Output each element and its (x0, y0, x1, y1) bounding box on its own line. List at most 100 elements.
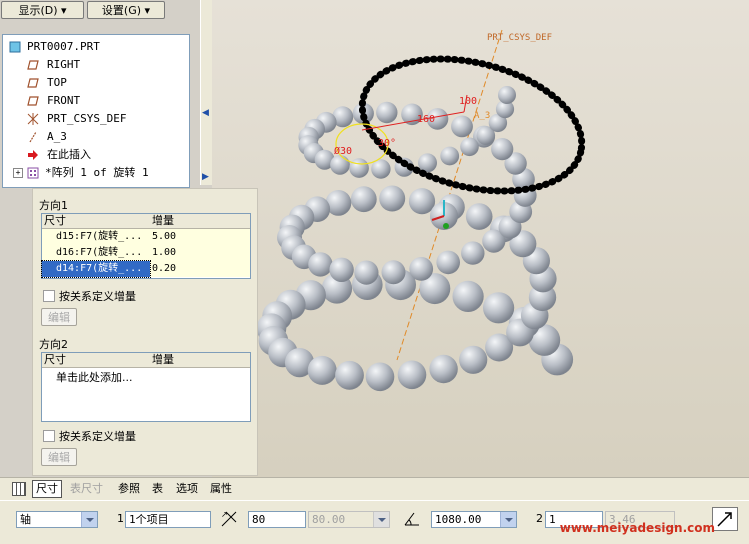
tree-item-label: 在此插入 (47, 148, 91, 161)
dir1-relation-checkbox[interactable] (43, 290, 55, 302)
angle-icon (404, 512, 419, 526)
tree-item-label: PRT0007.PRT (27, 40, 100, 53)
tab-dimensions[interactable]: 尺寸 (32, 480, 62, 498)
chevron-down-icon[interactable] (81, 512, 97, 527)
chevron-left-icon[interactable]: ◀ (202, 108, 209, 118)
pattern-sphere (459, 345, 488, 374)
pattern-type-value: 轴 (20, 513, 31, 526)
angle-value: 1080.00 (435, 513, 482, 526)
tree-item-label: PRT_CSYS_DEF (47, 112, 127, 125)
pattern-sphere (354, 260, 379, 285)
model-tree[interactable]: PRT0007.PRT RIGHT TOP FRONT PRT_CSYS_DEF… (2, 34, 190, 188)
tree-item-label: *阵列 1 of 旋转 1 (45, 166, 149, 179)
table-row[interactable]: d15:F7(旋转_... 5.00 (42, 229, 250, 245)
pattern-sphere (307, 355, 337, 385)
tab-table[interactable]: 表 (152, 481, 163, 497)
pattern-sphere (308, 252, 333, 277)
member-count-disabled-select: 80.00 (308, 511, 390, 528)
pattern-sphere (460, 137, 479, 157)
axis-label: A_3 (474, 111, 490, 121)
col-dimension-header: 尺寸 (44, 214, 66, 227)
datum-plane-icon (27, 96, 39, 106)
dashboard-tabs: 尺寸 表尺寸 参照 表 选项 属性 (0, 477, 749, 500)
pattern-sphere (330, 155, 350, 175)
direction2-count-value: 1 (549, 513, 556, 526)
pattern-sphere (418, 153, 437, 173)
direction2-index: 2 (536, 512, 543, 525)
pattern-sphere (440, 146, 460, 166)
angle-select[interactable]: 1080.00 (431, 511, 517, 528)
panel-splitter[interactable]: ◀ ▶ (200, 0, 212, 185)
row-dimension: d16:F7(旋转_... (56, 247, 143, 258)
pattern-sphere (350, 186, 377, 213)
pattern-icon (27, 167, 39, 179)
dimension-100[interactable]: 100 (459, 96, 477, 107)
pattern-panel: 方向1 尺寸 增量 d15:F7(旋转_... 5.00 d16:F7(旋转_.… (32, 188, 258, 476)
settings-menu-label: 设置(G) (101, 4, 142, 17)
dir2-relation-label: 按关系定义增量 (59, 430, 136, 443)
row-dimension: d15:F7(旋转_... (56, 231, 143, 242)
tab-references[interactable]: 参照 (118, 481, 140, 497)
direction1-items-value: 1个项目 (129, 513, 169, 526)
chevron-right-icon[interactable]: ▶ (202, 172, 209, 182)
expand-plus-icon[interactable]: + (13, 168, 23, 178)
row-increment[interactable]: 5.00 (152, 229, 176, 245)
chevron-down-icon (373, 512, 389, 527)
tab-properties[interactable]: 属性 (210, 481, 232, 497)
pattern-sphere (335, 360, 364, 390)
top-toolbar: 显示(D) ▾ 设置(G) ▾ (0, 0, 212, 22)
direction1-table[interactable]: 尺寸 增量 d15:F7(旋转_... 5.00 d16:F7(旋转_... 1… (41, 213, 251, 279)
dir2-edit-button[interactable]: 编辑 (41, 448, 77, 466)
graphics-viewport[interactable]: PRT_CSYS_DEF 160 100 Ø30 30° A_3 (212, 0, 749, 477)
pattern-sphere (409, 257, 434, 281)
direction1-items-collector[interactable]: 1个项目 (125, 511, 211, 528)
member-count-value: 80 (252, 513, 266, 526)
display-menu-button[interactable]: 显示(D) ▾ (1, 1, 84, 19)
flip-direction-button[interactable] (712, 507, 738, 531)
row-dimension: d14:F7(旋转_... (41, 260, 151, 278)
datum-plane-icon (27, 60, 39, 70)
pattern-sphere (483, 292, 515, 324)
direction1-index: 1 (117, 512, 124, 525)
pattern-sphere (397, 360, 427, 390)
col-increment-header: 增量 (152, 214, 174, 227)
col-increment-header: 增量 (152, 353, 174, 366)
dir2-relation-checkbox[interactable] (43, 430, 55, 442)
dimension-angle-30[interactable]: 30° (378, 138, 396, 149)
dir1-edit-button[interactable]: 编辑 (41, 308, 77, 326)
grid-icon[interactable] (12, 482, 26, 496)
direction2-table[interactable]: 尺寸 增量 单击此处添加... (41, 352, 251, 422)
model-view: PRT_CSYS_DEF 160 100 Ø30 30° A_3 (256, 29, 586, 392)
svg-text:↗: ↗ (221, 510, 228, 519)
part-icon (9, 41, 21, 53)
pattern-sphere (379, 185, 406, 212)
tab-table-dimensions[interactable]: 表尺寸 (70, 481, 103, 497)
pattern-sphere (452, 280, 484, 312)
flip-arrow-icon (717, 512, 732, 527)
chevron-down-icon[interactable] (500, 512, 516, 527)
table-header: 尺寸 增量 (42, 214, 250, 229)
table-row-selected[interactable]: d14:F7(旋转_... 0.20 (41, 260, 250, 278)
pattern-type-select[interactable]: 轴 (16, 511, 98, 528)
pattern-sphere (381, 260, 406, 285)
row-increment[interactable]: 1.00 (152, 245, 176, 261)
table-row[interactable]: d16:F7(旋转_... 1.00 (42, 245, 250, 261)
dimension-diameter-30[interactable]: Ø30 (334, 145, 352, 157)
chevron-down-icon: ▾ (144, 4, 151, 17)
insert-here-arrow-icon (28, 150, 38, 160)
pattern-sphere (408, 188, 436, 215)
pattern-sphere (491, 138, 514, 161)
tab-options[interactable]: 选项 (176, 481, 198, 497)
add-item-placeholder[interactable]: 单击此处添加... (56, 369, 133, 385)
member-count-input[interactable]: 80 (248, 511, 306, 528)
pattern-sphere (465, 203, 493, 230)
pattern-sphere (349, 158, 369, 178)
datum-plane-icon (27, 78, 39, 88)
pattern-sphere (329, 257, 354, 282)
pattern-sphere (376, 101, 398, 124)
tree-item-label: TOP (47, 76, 67, 89)
col-dimension-header: 尺寸 (44, 353, 66, 366)
settings-menu-button[interactable]: 设置(G) ▾ (87, 1, 165, 19)
dimension-160[interactable]: 160 (417, 114, 435, 125)
row-increment[interactable]: 0.20 (152, 261, 176, 277)
